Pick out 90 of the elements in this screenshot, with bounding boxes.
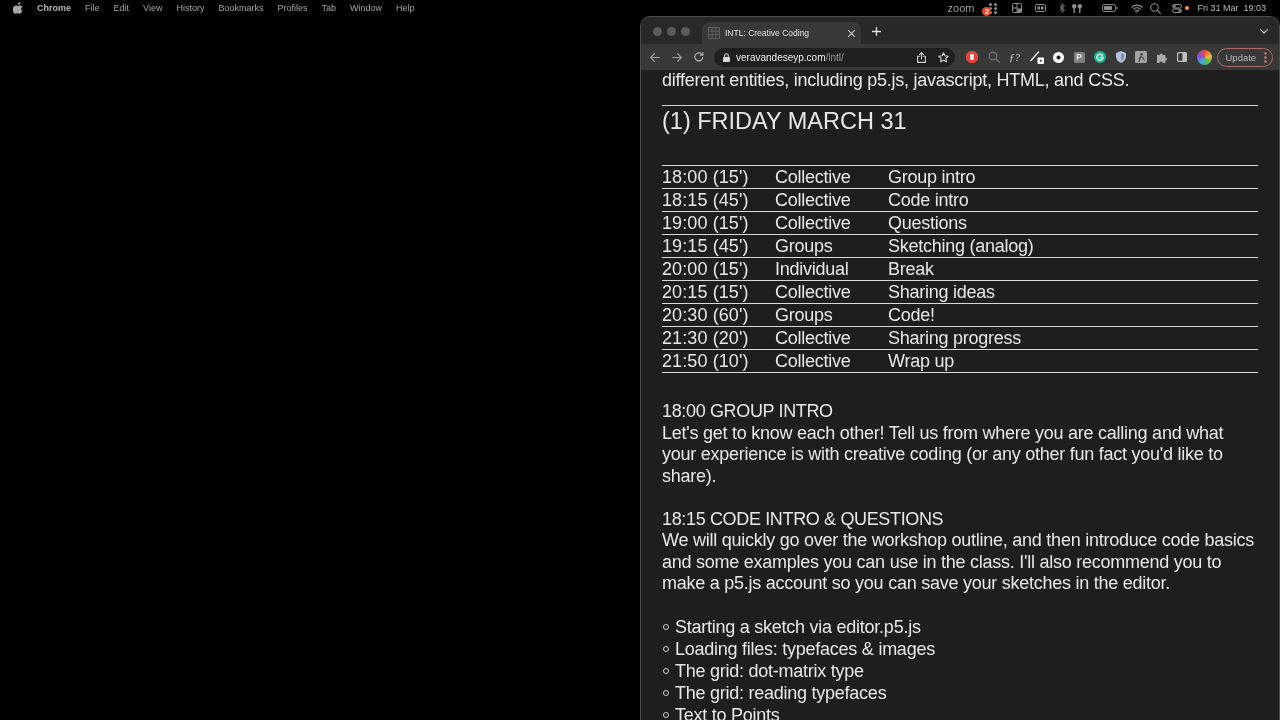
- table-cell: Break: [888, 258, 934, 280]
- table-cell: 18:15 (45'): [662, 189, 749, 211]
- menu-item[interactable]: Profiles: [277, 2, 308, 14]
- table-cell: 18:00 (15'): [662, 166, 749, 188]
- bluetooth-icon[interactable]: [1059, 3, 1066, 13]
- section-heading: 18:15 CODE INTRO & QUESTIONS: [662, 508, 945, 530]
- window-grid-icon[interactable]: [1012, 3, 1023, 13]
- list-item: Loading files: typefaces & images: [675, 638, 935, 660]
- extension-button[interactable]: P: [1073, 51, 1085, 63]
- status-menu-item[interactable]: zoom: [947, 2, 975, 14]
- table-cell: 21:30 (20'): [662, 327, 749, 349]
- table-cell: 21:50 (10'): [662, 350, 749, 372]
- bullet-icon: [663, 646, 669, 652]
- list-item: The grid: reading typefaces: [675, 682, 887, 704]
- bullet-icon: [663, 668, 669, 674]
- browser-tab[interactable]: INTL: Creative Coding: [702, 22, 861, 44]
- menu-item[interactable]: History: [176, 2, 205, 14]
- close-icon[interactable]: [848, 29, 855, 37]
- table-cell: Collective: [775, 327, 851, 349]
- day-heading: (1) FRIDAY MARCH 31: [662, 107, 908, 135]
- lock-icon: [723, 52, 730, 62]
- share-icon[interactable]: [917, 51, 926, 63]
- figure-tile-icon[interactable]: [1135, 51, 1147, 63]
- table-cell: 20:15 (15'): [662, 281, 749, 303]
- bullet-icon: [663, 690, 669, 696]
- address-bar[interactable]: veravandeseyp.com/intl/: [714, 47, 955, 67]
- side-panel-icon[interactable]: [1177, 52, 1187, 62]
- app-menu[interactable]: Chrome: [37, 2, 71, 14]
- table-cell: Collective: [775, 189, 851, 211]
- table-cell: Collective: [775, 212, 851, 234]
- status-dot-icon: [1185, 6, 1190, 10]
- bullet-icon: [663, 712, 669, 718]
- star-icon[interactable]: [938, 51, 949, 63]
- apple-logo-icon[interactable]: [13, 2, 23, 14]
- table-cell: Groups: [775, 235, 833, 257]
- grid-icon: [708, 27, 720, 39]
- stop-sign-icon[interactable]: [966, 51, 978, 63]
- earbuds-icon[interactable]: [1072, 3, 1083, 13]
- table-cell: Sketching (analog): [888, 235, 1034, 257]
- table-cell: Collective: [775, 281, 851, 303]
- table-cell: Collective: [775, 166, 851, 188]
- table-cell: 20:30 (60'): [662, 304, 749, 326]
- table-cell: Groups: [775, 304, 833, 326]
- shield-icon[interactable]: [1115, 51, 1126, 63]
- table-cell: Code!: [888, 304, 935, 326]
- table-cell: Collective: [775, 350, 851, 372]
- extension-button[interactable]: ƒ?: [1009, 51, 1020, 63]
- wifi-icon[interactable]: [1131, 3, 1144, 13]
- search-icon[interactable]: [1150, 2, 1162, 14]
- table-cell: Sharing ideas: [888, 281, 995, 303]
- table-cell: 20:00 (15'): [662, 258, 749, 280]
- table-cell: Wrap up: [888, 350, 954, 372]
- menu-item[interactable]: View: [143, 2, 163, 14]
- table-cell: Questions: [888, 212, 967, 234]
- table-cell: Group intro: [888, 166, 976, 188]
- pen-icon[interactable]: [1029, 50, 1044, 64]
- paragraph: different entities, including p5.js, javascript, HTML, and CSS.: [662, 70, 1131, 92]
- paragraph: Let's get to know each other! Tell us from where you are calling and what your experience is with creative coding (or any other fun fact you'd like to share).: [662, 422, 1225, 487]
- circle-logo-icon[interactable]: [1094, 51, 1106, 63]
- bullet-icon: [663, 624, 669, 630]
- section-heading: 18:00 GROUP INTRO: [662, 401, 834, 423]
- dots-grid-icon[interactable]: [989, 2, 998, 14]
- card-icon[interactable]: [1035, 4, 1047, 12]
- puzzle-icon[interactable]: [1156, 51, 1168, 63]
- menu-bar-clock[interactable]: 19:03: [1243, 2, 1266, 14]
- menu-item[interactable]: Edit: [113, 2, 130, 14]
- circle-dot-icon[interactable]: [1053, 51, 1064, 63]
- table-cell: Sharing progress: [888, 327, 1022, 349]
- table-cell: Individual: [775, 258, 849, 280]
- table-cell: Code intro: [888, 189, 969, 211]
- forward-arrow-icon[interactable]: [672, 52, 682, 62]
- table-cell: 19:00 (15'): [662, 212, 749, 234]
- battery-icon[interactable]: [1102, 4, 1119, 12]
- table-cell: 19:15 (45'): [662, 235, 749, 257]
- back-arrow-icon[interactable]: [650, 52, 660, 62]
- plus-icon[interactable]: [872, 27, 881, 36]
- more-icon[interactable]: [1264, 51, 1268, 63]
- menu-item[interactable]: Bookmarks: [218, 2, 264, 14]
- menu-bar-date[interactable]: Fri 31 Mar: [1197, 2, 1239, 14]
- menu-item[interactable]: Help: [396, 2, 415, 14]
- list-item: The grid: dot-matrix type: [675, 660, 864, 682]
- avatar-icon[interactable]: [1196, 49, 1212, 65]
- toggles-icon[interactable]: [1172, 3, 1183, 13]
- list-item: Starting a sketch via editor.p5.js: [675, 616, 921, 638]
- menu-item[interactable]: File: [85, 2, 100, 14]
- chevron-down-icon[interactable]: [1260, 28, 1268, 34]
- reload-icon[interactable]: [694, 52, 704, 62]
- paragraph: We will quickly go over the workshop outline, and then introduce code basics and some examples you can use in the class. I'll also recommend you to make a p5.js account so you can save your sketches in the editor.: [662, 530, 1255, 595]
- menu-item[interactable]: Tab: [321, 2, 336, 14]
- menu-item[interactable]: Window: [349, 2, 382, 14]
